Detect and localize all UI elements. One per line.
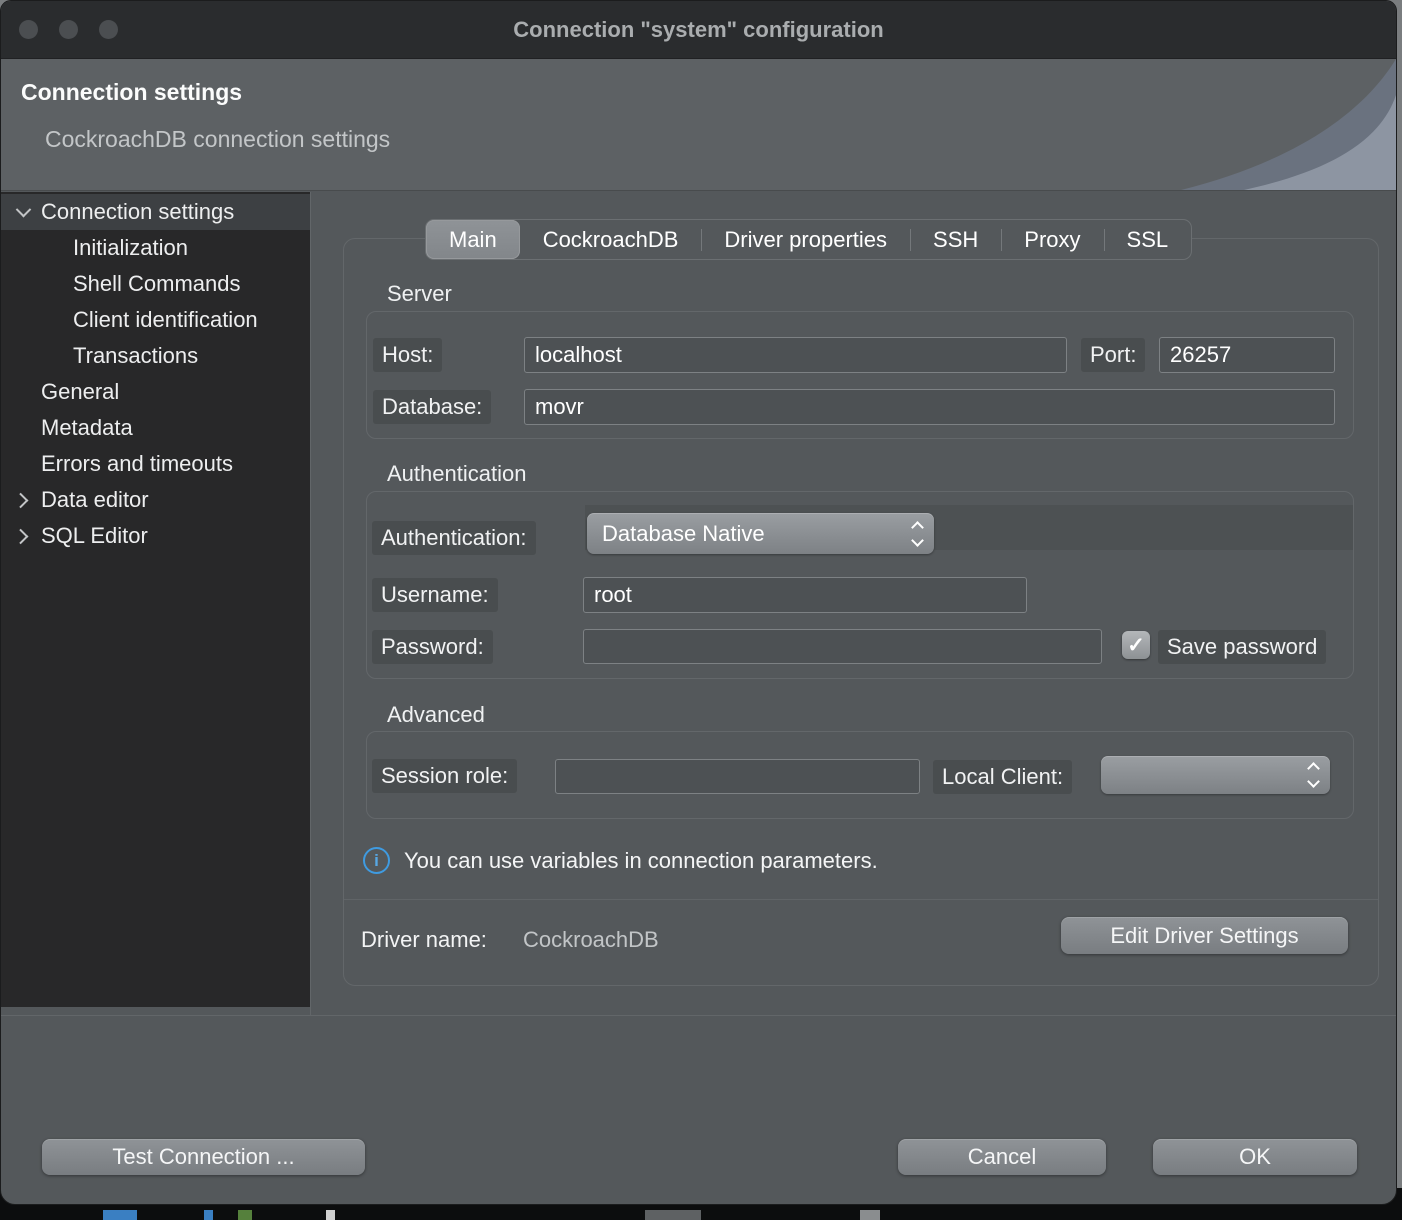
dropdown-arrows-icon bbox=[1309, 764, 1318, 786]
local-client-label: Local Client: bbox=[933, 760, 1072, 794]
tab-ssl[interactable]: SSL bbox=[1104, 220, 1192, 259]
dock-fragment bbox=[645, 1210, 701, 1220]
host-input[interactable] bbox=[524, 337, 1067, 373]
header-swoosh-decoration bbox=[1086, 59, 1396, 190]
sidebar-item-metadata[interactable]: Metadata bbox=[1, 410, 310, 446]
ok-button[interactable]: OK bbox=[1153, 1139, 1357, 1175]
sidebar-item-sql-editor[interactable]: SQL Editor bbox=[1, 518, 310, 554]
main-settings-area: Server Host: Port: Database: Authenticat… bbox=[311, 192, 1396, 1015]
window-controls bbox=[19, 1, 118, 58]
cancel-button[interactable]: Cancel bbox=[898, 1139, 1106, 1175]
sidebar-item-general[interactable]: General bbox=[1, 374, 310, 410]
database-input[interactable] bbox=[524, 389, 1335, 425]
password-label: Password: bbox=[372, 630, 493, 664]
close-window-icon[interactable] bbox=[19, 20, 38, 39]
dock-fragment bbox=[238, 1210, 252, 1220]
dropdown-arrows-icon bbox=[913, 523, 922, 545]
server-groupbox: Host: Port: Database: bbox=[366, 311, 1354, 439]
port-input[interactable] bbox=[1159, 337, 1335, 373]
dock-fragment bbox=[103, 1210, 137, 1220]
authentication-label: Authentication: bbox=[372, 521, 536, 555]
dialog-header: Connection settings CockroachDB connecti… bbox=[1, 59, 1396, 191]
settings-tree: Connection settings Initialization Shell… bbox=[1, 192, 310, 1007]
save-password-checkbox[interactable]: ✓ bbox=[1122, 631, 1150, 659]
tab-cockroachdb[interactable]: CockroachDB bbox=[520, 220, 702, 259]
info-message: You can use variables in connection para… bbox=[404, 848, 878, 874]
authentication-dropdown-value: Database Native bbox=[602, 521, 765, 547]
chevron-down-icon[interactable] bbox=[11, 194, 35, 230]
maximize-window-icon[interactable] bbox=[99, 20, 118, 39]
info-icon: i bbox=[363, 847, 390, 874]
settings-sidebar: Connection settings Initialization Shell… bbox=[1, 192, 311, 1015]
sidebar-item-errors-and-timeouts[interactable]: Errors and timeouts bbox=[1, 446, 310, 482]
test-connection-button[interactable]: Test Connection ... bbox=[42, 1139, 365, 1175]
session-role-label: Session role: bbox=[372, 759, 517, 793]
sidebar-item-data-editor[interactable]: Data editor bbox=[1, 482, 310, 518]
password-input[interactable] bbox=[583, 629, 1102, 664]
advanced-group-title: Advanced bbox=[387, 702, 485, 728]
header-subtitle: CockroachDB connection settings bbox=[45, 126, 390, 153]
sidebar-item-initialization[interactable]: Initialization bbox=[1, 230, 310, 266]
sidebar-item-client-identification[interactable]: Client identification bbox=[1, 302, 310, 338]
tab-driver-properties[interactable]: Driver properties bbox=[701, 220, 910, 259]
port-label: Port: bbox=[1081, 338, 1145, 372]
tab-main[interactable]: Main bbox=[426, 220, 520, 259]
sidebar-item-connection-settings[interactable]: Connection settings bbox=[1, 194, 310, 230]
header-title: Connection settings bbox=[21, 79, 242, 106]
connection-configuration-dialog: Connection "system" configuration Connec… bbox=[0, 0, 1397, 1205]
sidebar-item-transactions[interactable]: Transactions bbox=[1, 338, 310, 374]
tab-content-panel: Server Host: Port: Database: Authenticat… bbox=[343, 238, 1379, 986]
sidebar-item-shell-commands[interactable]: Shell Commands bbox=[1, 266, 310, 302]
tab-proxy[interactable]: Proxy bbox=[1001, 220, 1103, 259]
dock-fragment bbox=[860, 1210, 880, 1220]
authentication-groupbox: Authentication: Database Native Username… bbox=[366, 491, 1354, 679]
dock-fragment bbox=[204, 1210, 213, 1220]
authentication-dropdown[interactable]: Database Native bbox=[587, 513, 934, 554]
chevron-right-icon[interactable] bbox=[11, 518, 35, 554]
check-icon: ✓ bbox=[1127, 633, 1145, 658]
chevron-right-icon[interactable] bbox=[11, 482, 35, 518]
username-label: Username: bbox=[372, 578, 498, 612]
username-input[interactable] bbox=[583, 577, 1027, 613]
driver-name-value: CockroachDB bbox=[523, 927, 659, 953]
minimize-window-icon[interactable] bbox=[59, 20, 78, 39]
database-label: Database: bbox=[373, 390, 491, 424]
titlebar[interactable]: Connection "system" configuration bbox=[1, 1, 1396, 59]
tab-bar: Main CockroachDB Driver properties SSH P… bbox=[425, 219, 1192, 260]
local-client-dropdown[interactable] bbox=[1101, 756, 1330, 794]
host-label: Host: bbox=[373, 338, 442, 372]
save-password-label: Save password bbox=[1158, 630, 1326, 664]
session-role-input[interactable] bbox=[555, 759, 920, 794]
server-group-title: Server bbox=[387, 281, 452, 307]
edit-driver-settings-button[interactable]: Edit Driver Settings bbox=[1061, 917, 1348, 954]
divider bbox=[344, 899, 1378, 900]
tab-ssh[interactable]: SSH bbox=[910, 220, 1001, 259]
advanced-groupbox: Session role: Local Client: bbox=[366, 731, 1354, 819]
dock-fragment bbox=[326, 1210, 335, 1220]
window-title: Connection "system" configuration bbox=[1, 17, 1396, 43]
authentication-group-title: Authentication bbox=[387, 461, 526, 487]
driver-name-label: Driver name: bbox=[361, 927, 487, 953]
dialog-footer: Test Connection ... Cancel OK bbox=[1, 1017, 1396, 1205]
